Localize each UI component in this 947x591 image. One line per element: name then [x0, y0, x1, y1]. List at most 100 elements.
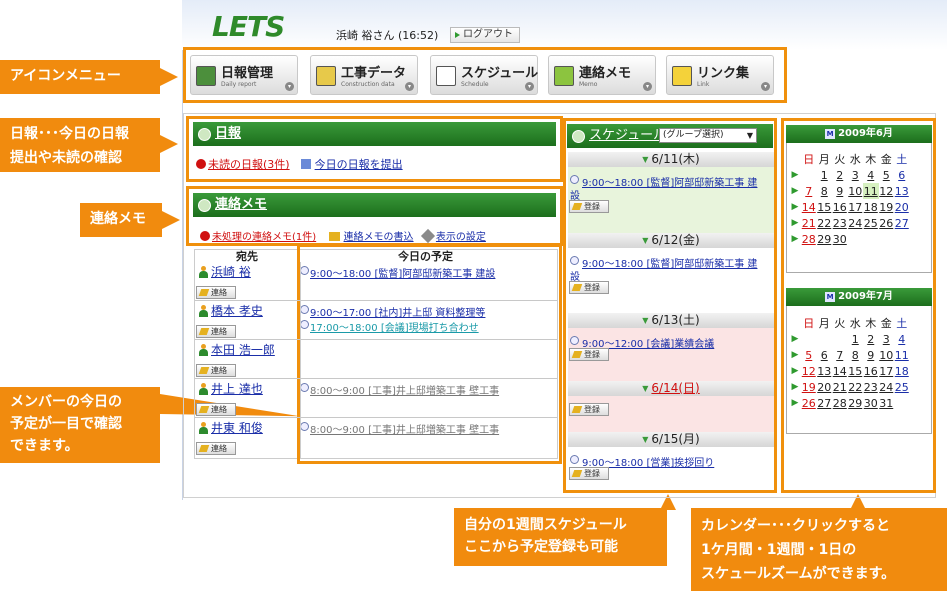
calendar-day[interactable]: 18 [863, 199, 879, 215]
calendar-day[interactable]: 7 [832, 347, 848, 363]
menu-button-4[interactable]: 連絡メモ Memo ▾ [548, 55, 656, 95]
day-header[interactable]: 6/15(月) [568, 432, 774, 447]
calendar-day[interactable]: 14 [832, 363, 848, 379]
week-select-icon[interactable]: ▶ [789, 331, 801, 347]
member-name[interactable]: 井東 和俊 [211, 419, 263, 436]
member-schedule-entry[interactable]: 9:00～18:00 [監督]阿部邸新築工事 建設 [310, 265, 495, 280]
week-select-icon[interactable]: ▶ [789, 379, 801, 395]
calendar-day[interactable]: 6 [817, 347, 833, 363]
schedule-title[interactable]: スケジュール [589, 128, 666, 143]
calendar-day[interactable]: 26 [801, 395, 817, 411]
calendar-day[interactable]: 28 [832, 395, 848, 411]
calendar-day[interactable]: 9 [863, 347, 879, 363]
member-schedule-entry[interactable]: 9:00～17:00 [社内]井上邸 資料整理等 [310, 304, 485, 319]
calendar-day[interactable]: 17 [848, 199, 864, 215]
calendar-day[interactable]: 11 [863, 183, 879, 199]
memo-unprocessed-link[interactable]: 未処理の連絡メモ(1件) [212, 232, 316, 243]
calendar-day[interactable]: 5 [879, 167, 895, 183]
calendar-day[interactable]: 20 [894, 199, 910, 215]
week-select-icon[interactable]: ▶ [789, 167, 801, 183]
calendar-day[interactable]: 26 [879, 215, 895, 231]
calendar-day[interactable]: 9 [832, 183, 848, 199]
calendar-day[interactable]: 18 [894, 363, 910, 379]
day-header[interactable]: 6/12(金) [568, 233, 774, 248]
calendar-day[interactable]: 21 [832, 379, 848, 395]
logout-button[interactable]: ログアウト [450, 27, 520, 43]
calendar-day[interactable]: 28 [801, 231, 817, 247]
calendar-day[interactable]: 16 [863, 363, 879, 379]
memo-title[interactable]: 連絡メモ [215, 197, 267, 212]
contact-button[interactable]: 連絡 [196, 442, 236, 455]
calendar-day[interactable]: 20 [817, 379, 833, 395]
memo-display-link[interactable]: 表示の設定 [436, 232, 486, 243]
calendar-day[interactable]: 17 [879, 363, 895, 379]
week-select-icon[interactable]: ▶ [789, 183, 801, 199]
calendar-day[interactable]: 21 [801, 215, 817, 231]
nippo-unread-link[interactable]: 未読の日報(3件) [208, 158, 290, 171]
calendar-day[interactable]: 1 [817, 167, 833, 183]
calendar-july-title[interactable]: M 2009年7月 [786, 288, 932, 306]
register-button[interactable]: 登録 [569, 403, 609, 416]
calendar-day[interactable]: 12 [879, 183, 895, 199]
week-select-icon[interactable]: ▶ [789, 347, 801, 363]
day-header[interactable]: 6/14(日) [568, 381, 774, 396]
calendar-day[interactable]: 10 [848, 183, 864, 199]
calendar-day[interactable]: 27 [817, 395, 833, 411]
register-button[interactable]: 登録 [569, 200, 609, 213]
calendar-day[interactable]: 4 [863, 167, 879, 183]
calendar-day[interactable]: 14 [801, 199, 817, 215]
schedule-entry[interactable]: 9:00～18:00 [監督]阿部邸新築工事 建 [582, 255, 757, 270]
calendar-day[interactable]: 15 [848, 363, 864, 379]
menu-button-5[interactable]: リンク集 Link ▾ [666, 55, 774, 95]
calendar-day[interactable]: 3 [879, 331, 895, 347]
calendar-day[interactable]: 23 [863, 379, 879, 395]
calendar-day[interactable]: 16 [832, 199, 848, 215]
week-select-icon[interactable]: ▶ [789, 395, 801, 411]
calendar-day[interactable]: 3 [848, 167, 864, 183]
menu-button-1[interactable]: 日報管理 Daily report ▾ [190, 55, 298, 95]
member-name[interactable]: 本田 浩一郎 [211, 341, 275, 358]
calendar-day[interactable]: 10 [879, 347, 895, 363]
menu-button-2[interactable]: 工事データ Construction data ▾ [310, 55, 418, 95]
contact-button[interactable]: 連絡 [196, 364, 236, 377]
calendar-day[interactable]: 31 [879, 395, 895, 411]
memo-write-link[interactable]: 連絡メモの書込 [344, 232, 414, 243]
week-select-icon[interactable]: ▶ [789, 199, 801, 215]
day-header[interactable]: 6/13(土) [568, 313, 774, 328]
member-schedule-entry[interactable]: 8:00～9:00 [工事]井上邸増築工事 壁工事 [310, 382, 499, 397]
chevron-down-icon[interactable]: ▾ [643, 82, 652, 91]
calendar-day[interactable]: 24 [848, 215, 864, 231]
group-select[interactable]: (グループ選択) ▼ [659, 128, 757, 143]
register-button[interactable]: 登録 [569, 348, 609, 361]
calendar-day[interactable]: 2 [832, 167, 848, 183]
schedule-entry[interactable]: 9:00～18:00 [監督]阿部邸新築工事 建 [582, 174, 757, 189]
chevron-down-icon[interactable]: ▾ [761, 82, 770, 91]
register-button[interactable]: 登録 [569, 281, 609, 294]
calendar-day[interactable]: 11 [894, 347, 910, 363]
chevron-down-icon[interactable]: ▾ [285, 82, 294, 91]
calendar-day[interactable]: 4 [894, 331, 910, 347]
calendar-day[interactable]: 30 [863, 395, 879, 411]
calendar-day[interactable]: 13 [817, 363, 833, 379]
calendar-day[interactable]: 27 [894, 215, 910, 231]
calendar-day[interactable]: 25 [894, 379, 910, 395]
member-name[interactable]: 橋本 孝史 [211, 302, 263, 319]
calendar-day[interactable]: 29 [848, 395, 864, 411]
calendar-day[interactable]: 13 [894, 183, 910, 199]
calendar-day[interactable]: 25 [863, 215, 879, 231]
nippo-title[interactable]: 日報 [215, 126, 241, 141]
memo-header[interactable]: 連絡メモ [193, 193, 556, 217]
calendar-day[interactable]: 29 [817, 231, 833, 247]
calendar-day[interactable]: 15 [817, 199, 833, 215]
contact-button[interactable]: 連絡 [196, 403, 236, 416]
day-header[interactable]: 6/11(木) [568, 152, 774, 167]
calendar-day[interactable]: 6 [894, 167, 910, 183]
contact-button[interactable]: 連絡 [196, 325, 236, 338]
calendar-day[interactable]: 7 [801, 183, 817, 199]
calendar-day[interactable]: 8 [848, 347, 864, 363]
member-schedule-entry[interactable]: 8:00～9:00 [工事]井上邸増築工事 壁工事 [310, 421, 499, 436]
member-name[interactable]: 浜崎 裕 [211, 263, 251, 280]
calendar-june-title[interactable]: M 2009年6月 [786, 125, 932, 143]
calendar-day[interactable]: 8 [817, 183, 833, 199]
week-select-icon[interactable]: ▶ [789, 231, 801, 247]
